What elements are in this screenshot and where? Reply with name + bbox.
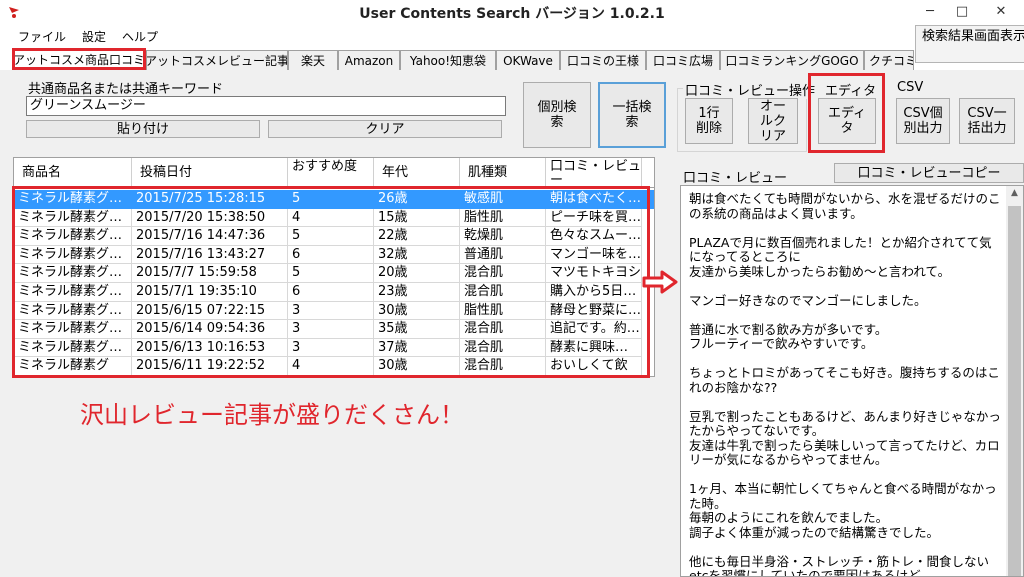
tab-kuchikomi-hiroba[interactable]: 口コミ広場 <box>646 50 720 70</box>
scroll-up-icon[interactable]: ▲ <box>1006 188 1023 204</box>
title-bar: User Contents Search バージョン 1.0.2.1 ─ □ ✕ <box>0 0 1024 26</box>
keyword-input[interactable]: グリーンスムージー <box>26 96 506 116</box>
grid-header: 商品名 投稿日付 おすすめ度 年代 肌種類 口コミ・レビュー <box>14 158 654 188</box>
close-button[interactable]: ✕ <box>978 0 1024 22</box>
individual-search-button[interactable]: 個別検索 <box>523 82 591 148</box>
review-textbox[interactable]: 朝は食べたくても時間がないから、水を混ぜるだけのこの系統の商品はよく買います。 … <box>680 185 1024 577</box>
tab-amazon[interactable]: Amazon <box>338 50 400 70</box>
review-text: 朝は食べたくても時間がないから、水を混ぜるだけのこの系統の商品はよく買います。 … <box>689 191 1001 577</box>
window-title: User Contents Search バージョン 1.0.2.1 <box>359 6 665 22</box>
tab-rakuten[interactable]: 楽天 <box>288 50 338 70</box>
delete-row-button[interactable]: 1行削除 <box>685 98 733 144</box>
col-product-name[interactable]: 商品名 <box>14 158 132 188</box>
clear-keyword-button[interactable]: クリア <box>268 120 502 138</box>
menu-help[interactable]: ヘルプ <box>122 28 158 45</box>
col-post-date[interactable]: 投稿日付 <box>132 158 288 188</box>
menu-bar: ファイル 設定 ヘルプ <box>0 26 1024 46</box>
source-tabs: アットコスメ商品口コミ アットコスメレビュー記事 楽天 Amazon Yahoo… <box>12 48 914 70</box>
grid-rows-highlight <box>12 186 650 378</box>
col-skin-type[interactable]: 肌種類 <box>460 158 546 188</box>
col-age[interactable]: 年代 <box>374 158 460 188</box>
menu-file[interactable]: ファイル <box>18 28 66 45</box>
annotation-caption: 沢山レビュー記事が盛りだくさん！ <box>80 401 464 429</box>
tab-okwave[interactable]: OKWave <box>496 50 560 70</box>
window-controls: ─ □ ✕ <box>914 0 1024 22</box>
review-panel-label: 口コミ・レビュー <box>683 171 788 186</box>
csv-bulk-button[interactable]: CSV一括出力 <box>959 98 1015 144</box>
tab-kuchikomi-king[interactable]: 口コミの王様 <box>560 50 646 70</box>
tab-cosme-reviews[interactable]: アットコスメ商品口コミ <box>12 48 146 70</box>
menu-settings[interactable]: 設定 <box>82 28 106 45</box>
scroll-thumb[interactable] <box>1008 206 1021 576</box>
paste-button[interactable]: 貼り付け <box>26 120 260 138</box>
review-scrollbar[interactable]: ▲ <box>1006 186 1023 576</box>
editor-highlight <box>808 73 885 153</box>
csv-individual-button[interactable]: CSV個別出力 <box>896 98 950 144</box>
col-review[interactable]: 口コミ・レビュー <box>546 158 642 188</box>
tab-cosme-articles[interactable]: アットコスメレビュー記事 <box>146 50 288 70</box>
tab-yahoo-chiebukuro[interactable]: Yahoo!知恵袋 <box>400 50 496 70</box>
clear-all-button[interactable]: オールクリア <box>748 98 798 144</box>
minimize-button[interactable]: ─ <box>914 0 946 22</box>
review-ops-title: 口コミ・レビュー操作 <box>683 80 818 99</box>
col-recommend[interactable]: おすすめ度 <box>288 158 374 188</box>
keyword-group: 共通商品名または共通キーワード グリーンスムージー 貼り付け クリア <box>18 78 518 144</box>
keyword-label: 共通商品名または共通キーワード <box>28 82 224 97</box>
show-results-button[interactable]: 検索結果画面表示 <box>915 25 1024 63</box>
csv-title: CSV <box>895 80 926 95</box>
tab-kuchikomi[interactable]: クチコミ <box>864 50 914 70</box>
copy-review-button[interactable]: 口コミ・レビューコピー <box>834 163 1024 183</box>
tab-ranking-gogo[interactable]: 口コミランキングGOGO <box>720 50 864 70</box>
right-arrow-icon <box>642 270 678 294</box>
maximize-button[interactable]: □ <box>946 0 978 22</box>
bulk-search-button[interactable]: 一括検索 <box>598 82 666 148</box>
